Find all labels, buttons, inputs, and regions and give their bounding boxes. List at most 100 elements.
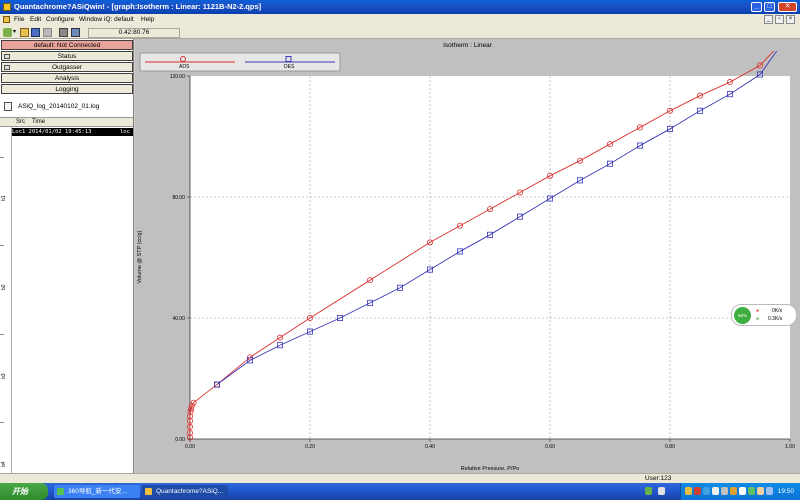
log-table: Src Time Loc1 2014/01/02 19:45:13 loc: [0, 117, 133, 473]
toolbar: ▾ 0.42:80.76: [0, 26, 800, 39]
column-time[interactable]: Time: [32, 118, 45, 127]
row-extra: loc: [120, 129, 130, 135]
maximize-button[interactable]: □: [764, 2, 775, 12]
tray-shield-icon[interactable]: [645, 487, 652, 495]
column-src[interactable]: Src: [16, 118, 25, 127]
y-tick-label: 80.00: [172, 195, 185, 201]
ruler-tick: [0, 245, 4, 246]
outgasser-button[interactable]: Outgasser: [1, 62, 133, 72]
mdi-restore-button[interactable]: ▫: [775, 15, 784, 24]
mdi-minimize-button[interactable]: _: [764, 15, 773, 24]
mdi-close-button[interactable]: ×: [786, 15, 795, 24]
vertical-ruler: b1 b2 b3 b4: [0, 127, 12, 473]
tray-app-icon[interactable]: [766, 487, 773, 495]
logging-button[interactable]: Logging: [1, 84, 133, 94]
open-icon[interactable]: [3, 28, 12, 37]
save-icon[interactable]: [31, 28, 40, 37]
ruler-label: b2: [1, 284, 7, 290]
y-tick-label: 0.00: [175, 437, 185, 443]
left-panel: default: Not Connected Status Outgasser …: [0, 39, 134, 473]
x-tick-label: 1.00: [785, 444, 795, 450]
graph-title: Isotherm : Linear: [443, 42, 492, 49]
app-icon: [3, 3, 11, 11]
task-asiqwin[interactable]: Quantachrome?ASiQ...: [142, 485, 228, 498]
log-table-header: Src Time: [0, 118, 133, 127]
doc-icon: [3, 16, 10, 23]
ruler-label: b4: [1, 461, 7, 467]
upload-arrow-icon: ●: [756, 308, 760, 314]
legend-des: DES: [284, 64, 295, 70]
tray-app-icon[interactable]: [748, 487, 755, 495]
browser-icon: [57, 488, 64, 495]
clock: 19:50: [777, 488, 794, 495]
row-time: 1 2014/01/02 19:45:13: [21, 129, 92, 135]
ruler-tick: [0, 157, 4, 158]
app-window: Quantachrome?ASiQwin! - [graph:Isotherm …: [0, 0, 800, 500]
x-tick-label: 0.60: [545, 444, 555, 450]
tray-network-icon[interactable]: [721, 487, 728, 495]
y-tick-label: 40.00: [172, 316, 185, 322]
user-label: User:123: [645, 475, 672, 482]
outgasser-button-label: Outgasser: [52, 64, 82, 71]
x-axis-label: Relative Pressure, P/Po: [461, 466, 519, 472]
x-tick-label: 0.40: [425, 444, 435, 450]
task-browser-label: 360导航_新一代安...: [68, 488, 127, 495]
legend: ADS DES: [139, 52, 341, 72]
menu-help[interactable]: Help: [141, 14, 154, 26]
tray-volume-icon[interactable]: [739, 487, 746, 495]
graph-window: Isotherm : Linear ADS DES 0.00 0.20 0.40 0.…: [135, 39, 800, 473]
x-tick-label: 0.20: [305, 444, 315, 450]
table-row[interactable]: Loc1 2014/01/02 19:45:13 loc: [12, 128, 133, 136]
download-speed: 0.3K/s: [768, 316, 783, 322]
panel-icon: [4, 54, 10, 59]
menu-edit[interactable]: Edit: [30, 14, 41, 26]
tray-app-icon[interactable]: [685, 487, 692, 495]
y-axis-label: Volume @ STP (cc/g): [137, 230, 143, 283]
tray-app-icon[interactable]: [694, 487, 701, 495]
y-tick-label: 120.00: [170, 74, 186, 80]
log-file-icon: [4, 101, 12, 111]
log-file-name: ASiQ_log_20140102_01.log: [18, 103, 100, 110]
upload-speed: 0K/s: [772, 308, 783, 314]
status-button-label: Status: [57, 53, 77, 60]
folder-icon[interactable]: [20, 28, 29, 37]
task-asiqwin-label: Quantachrome?ASiQ...: [156, 488, 224, 495]
connection-status-button[interactable]: default: Not Connected: [1, 40, 133, 50]
network-speed-widget[interactable]: 56% ● 0K/s ● 0.3K/s: [731, 304, 797, 326]
tray-battery-icon[interactable]: [658, 487, 665, 495]
tray-app-icon[interactable]: [712, 487, 719, 495]
download-arrow-icon: ●: [756, 316, 760, 322]
tray-app-icon[interactable]: [730, 487, 737, 495]
menu-bar: File Edit Configure Window iQ: default H…: [0, 14, 800, 26]
menu-iq[interactable]: iQ: default: [104, 14, 134, 26]
ruler-label: b3: [1, 373, 7, 379]
close-button[interactable]: ✕: [778, 2, 797, 12]
status-bar: User:123: [0, 473, 800, 483]
print-icon[interactable]: [59, 28, 68, 37]
ruler-tick: [0, 334, 4, 335]
x-tick-label: 0.00: [185, 444, 195, 450]
print-preview-icon[interactable]: [71, 28, 80, 37]
menu-configure[interactable]: Configure: [46, 14, 74, 26]
asiqwin-icon: [145, 488, 152, 495]
tray-app-icon[interactable]: [703, 487, 710, 495]
menu-window[interactable]: Window: [79, 14, 102, 26]
task-browser[interactable]: 360导航_新一代安...: [54, 485, 140, 498]
title-bar[interactable]: Quantachrome?ASiQwin! - [graph:Isotherm …: [0, 0, 800, 14]
analysis-button[interactable]: Analysis: [1, 73, 133, 83]
row-src: Loc: [12, 129, 22, 135]
minimize-button[interactable]: _: [751, 2, 762, 12]
taskbar: 开始 360导航_新一代安... Quantachrome?ASiQ... 19…: [0, 483, 800, 500]
plot-area: [190, 76, 790, 439]
isotherm-chart[interactable]: ADS DES 0.00 0.20 0.40 0.60 0.80 1.00 0.00 40.0…: [135, 51, 800, 473]
log-file[interactable]: ASiQ_log_20140102_01.log: [4, 101, 99, 113]
x-tick-label: 0.80: [665, 444, 675, 450]
disabled-save-icon[interactable]: [43, 28, 52, 37]
window-title: Quantachrome?ASiQwin! - [graph:Isotherm …: [14, 2, 262, 11]
system-tray: 19:50: [680, 483, 800, 500]
status-button[interactable]: Status: [1, 51, 133, 61]
ruler-label: b1: [1, 195, 7, 201]
start-button[interactable]: 开始: [0, 483, 48, 500]
menu-file[interactable]: File: [14, 14, 24, 26]
tray-app-icon[interactable]: [757, 487, 764, 495]
